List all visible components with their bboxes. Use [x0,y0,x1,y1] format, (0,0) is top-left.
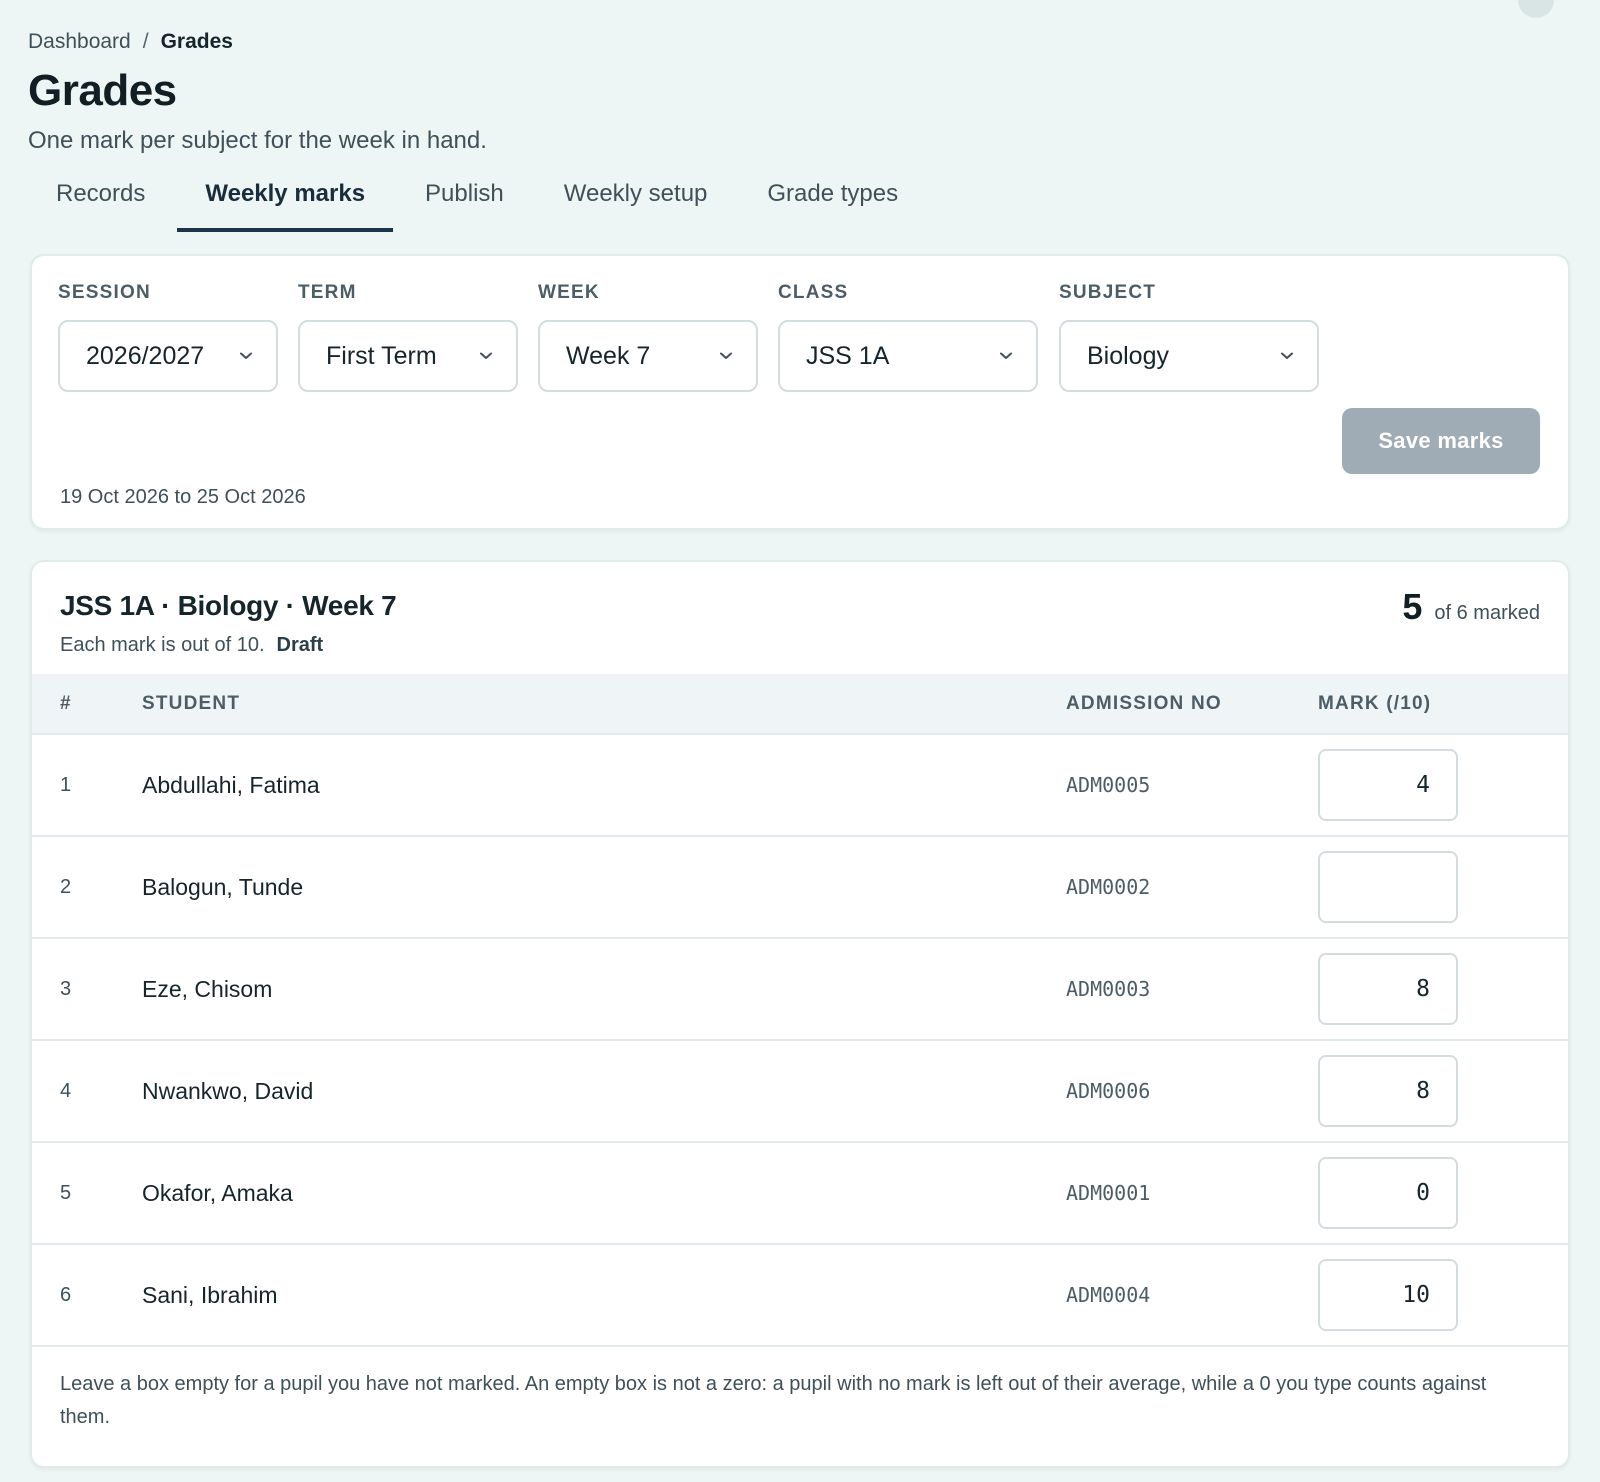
student-name: Balogun, Tunde [142,873,304,900]
term-label: TERM [298,282,357,303]
row-number: 1 [60,773,72,796]
session-select[interactable]: 2026/2027 [58,320,278,392]
subject-select[interactable]: Biology [1059,320,1319,392]
marks-subheading: Each mark is out of 10. Draft [60,634,323,657]
save-marks-button[interactable]: Save marks [1342,408,1540,474]
admission-number: ADM0003 [1066,977,1151,1001]
column-header-admission: ADMISSION NO [1066,674,1318,735]
session-value: 2026/2027 [86,341,205,370]
week-label: WEEK [538,282,600,303]
mark-input[interactable] [1318,749,1458,821]
marks-table: # STUDENT ADMISSION NO MARK (/10) 1 Abdu… [32,674,1568,1347]
marked-count-label: of 6 marked [1434,602,1540,624]
week-date-range: 19 Oct 2026 to 25 Oct 2026 [60,486,306,508]
row-number: 4 [60,1079,72,1102]
tab-grade-types[interactable]: Grade types [739,172,926,232]
chevron-down-icon [480,352,492,359]
term-field: TERM First Term [298,282,518,392]
class-label: CLASS [778,282,849,303]
chevron-down-icon [1000,352,1012,359]
status-badge: Draft [276,634,324,656]
out-of-note: Each mark is out of 10. [60,634,265,656]
column-header-student: STUDENT [142,674,1066,735]
term-value: First Term [326,341,437,370]
student-name: Okafor, Amaka [142,1179,293,1206]
tab-weekly-setup[interactable]: Weekly setup [536,172,736,232]
class-value: JSS 1A [806,341,890,370]
row-number: 2 [60,875,72,898]
mark-input[interactable] [1318,1259,1458,1331]
breadcrumb-dashboard-link[interactable]: Dashboard [28,30,131,54]
table-row: 4 Nwankwo, David ADM0006 [32,1040,1568,1142]
table-row: 6 Sani, Ibrahim ADM0004 [32,1244,1568,1346]
tab-weekly-marks[interactable]: Weekly marks [177,172,394,232]
breadcrumb: Dashboard / Grades [28,30,233,54]
subject-label: SUBJECT [1059,282,1157,303]
admission-number: ADM0001 [1066,1181,1151,1205]
session-label: SESSION [58,282,151,303]
student-name: Sani, Ibrahim [142,1281,278,1308]
page-subtitle: One mark per subject for the week in han… [28,127,487,154]
table-row: 2 Balogun, Tunde ADM0002 [32,836,1568,938]
subject-field: SUBJECT Biology [1059,282,1319,392]
class-select[interactable]: JSS 1A [778,320,1038,392]
filters-card: SESSION 2026/2027 TERM First Term WEEK W… [30,254,1570,530]
page-title: Grades [28,66,177,115]
row-number: 3 [60,977,72,1000]
table-row: 5 Okafor, Amaka ADM0001 [32,1142,1568,1244]
week-field: WEEK Week 7 [538,282,758,392]
chevron-down-icon [720,352,732,359]
student-name: Abdullahi, Fatima [142,771,320,798]
marks-footnote: Leave a box empty for a pupil you have n… [60,1373,1487,1428]
marked-count-value: 5 [1402,586,1423,627]
column-header-mark: MARK (/10) [1318,674,1568,735]
student-name: Eze, Chisom [142,975,273,1002]
mark-input[interactable] [1318,1157,1458,1229]
class-field: CLASS JSS 1A [778,282,1038,392]
breadcrumb-separator: / [142,30,149,53]
chevron-down-icon [1281,352,1293,359]
column-header-num: # [32,674,142,735]
mark-input[interactable] [1318,1055,1458,1127]
admission-number: ADM0002 [1066,875,1151,899]
mark-input[interactable] [1318,851,1458,923]
mark-input[interactable] [1318,953,1458,1025]
week-value: Week 7 [566,341,651,370]
subject-value: Biology [1087,341,1169,370]
chevron-down-icon [240,352,252,359]
table-row: 1 Abdullahi, Fatima ADM0005 [32,734,1568,836]
tab-publish[interactable]: Publish [397,172,532,232]
tab-records[interactable]: Records [28,172,173,232]
row-number: 5 [60,1181,72,1204]
session-field: SESSION 2026/2027 [58,282,278,392]
marked-counter: 5 of 6 marked [1402,586,1540,628]
week-select[interactable]: Week 7 [538,320,758,392]
admission-number: ADM0006 [1066,1079,1151,1103]
student-name: Nwankwo, David [142,1077,314,1104]
row-number: 6 [60,1283,72,1306]
tab-bar: Records Weekly marks Publish Weekly setu… [28,172,926,232]
table-row: 3 Eze, Chisom ADM0003 [32,938,1568,1040]
avatar[interactable] [1518,0,1554,18]
marks-heading: JSS 1A · Biology · Week 7 [60,590,397,621]
admission-number: ADM0005 [1066,773,1151,797]
table-header-row: # STUDENT ADMISSION NO MARK (/10) [32,674,1568,735]
marks-card: JSS 1A · Biology · Week 7 Each mark is o… [30,560,1570,1468]
term-select[interactable]: First Term [298,320,518,392]
breadcrumb-current: Grades [160,30,233,53]
admission-number: ADM0004 [1066,1283,1151,1307]
